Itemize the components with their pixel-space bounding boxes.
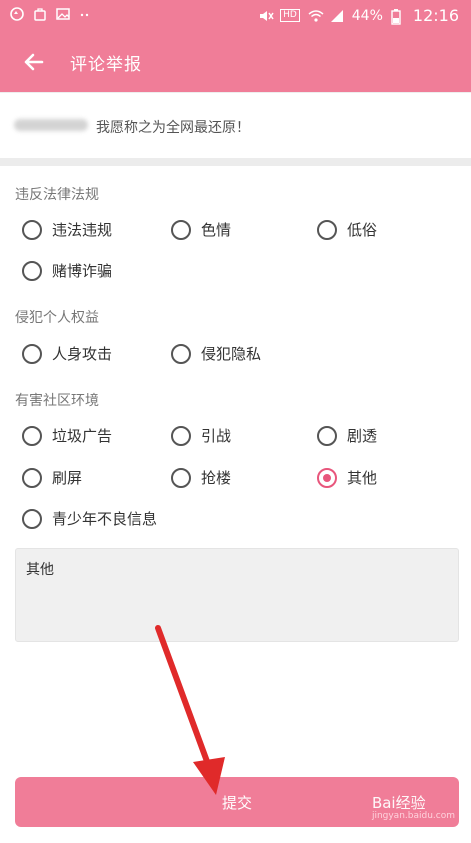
app-bar: 评论举报	[0, 32, 471, 92]
option-flame-war[interactable]: 引战	[171, 425, 231, 446]
clock: 12:16	[412, 6, 459, 25]
option-label: 侵犯隐私	[201, 345, 262, 363]
option-spam-ad[interactable]: 垃圾广告	[22, 425, 112, 446]
back-button[interactable]	[18, 46, 50, 78]
battery-percent: 44%	[351, 7, 383, 24]
option-label: 剧透	[347, 427, 378, 445]
option-vulgar[interactable]: 低俗	[317, 219, 377, 240]
watermark-url: jingyan.baidu.com	[371, 811, 455, 821]
wifi-icon	[308, 9, 324, 23]
radio-button[interactable]	[317, 425, 337, 446]
option-privacy[interactable]: 侵犯隐私	[171, 343, 261, 364]
radio-button[interactable]	[171, 219, 191, 240]
blurred-username	[14, 119, 88, 131]
option-label: 色情	[201, 221, 232, 239]
radio-button[interactable]	[22, 508, 42, 529]
status-bar: HD 44% 12:16	[0, 0, 471, 32]
option-floor-grab[interactable]: 抢楼	[171, 467, 231, 488]
option-gambling-fraud[interactable]: 赌博诈骗	[22, 260, 112, 281]
mute-icon	[258, 9, 274, 23]
back-arrow-icon	[24, 53, 44, 71]
report-reason-textarea[interactable]: 其他	[15, 548, 459, 642]
signal-icon	[330, 9, 344, 23]
option-label: 引战	[201, 427, 232, 445]
option-youth-harmful[interactable]: 青少年不良信息	[22, 508, 157, 529]
more-dots-icon	[79, 7, 93, 21]
option-label: 人身攻击	[52, 345, 113, 363]
section-divider	[0, 158, 471, 166]
option-other[interactable]: 其他	[317, 467, 377, 488]
option-label: 低俗	[347, 221, 378, 239]
bag-icon	[33, 7, 47, 21]
sync-icon	[10, 7, 24, 21]
option-porn[interactable]: 色情	[171, 219, 231, 240]
section-label-community: 有害社区环境	[15, 393, 99, 409]
reported-comment: 我愿称之为全网最还原！	[0, 92, 471, 159]
submit-label: 提交	[221, 793, 252, 812]
radio-button[interactable]	[22, 467, 42, 488]
radio-button[interactable]	[22, 260, 42, 281]
option-label: 刷屏	[52, 469, 83, 487]
radio-button[interactable]	[22, 343, 42, 364]
hd-badge: HD	[280, 9, 300, 22]
section-label-law: 违反法律法规	[15, 187, 99, 203]
radio-button[interactable]	[22, 425, 42, 446]
option-label: 违法违规	[52, 221, 113, 239]
option-flooding[interactable]: 刷屏	[22, 467, 82, 488]
radio-button-checked[interactable]	[317, 467, 337, 488]
radio-button[interactable]	[171, 343, 191, 364]
comment-text: 我愿称之为全网最还原！	[96, 120, 250, 136]
option-illegal[interactable]: 违法违规	[22, 219, 112, 240]
section-label-rights: 侵犯个人权益	[15, 310, 99, 326]
option-label: 抢楼	[201, 469, 232, 487]
page-title: 评论举报	[70, 55, 142, 75]
option-personal-attack[interactable]: 人身攻击	[22, 343, 112, 364]
radio-button[interactable]	[22, 219, 42, 240]
option-label: 其他	[347, 469, 378, 487]
baidu-jingyan-watermark: Bai经验 jingyan.baidu.com	[372, 792, 455, 821]
radio-button[interactable]	[171, 425, 191, 446]
option-label: 青少年不良信息	[52, 510, 158, 528]
watermark-brand: Bai经验	[371, 794, 426, 812]
option-label: 垃圾广告	[52, 427, 113, 445]
radio-button[interactable]	[317, 219, 337, 240]
battery-icon	[391, 8, 405, 25]
option-spoiler[interactable]: 剧透	[317, 425, 377, 446]
image-icon	[56, 7, 70, 21]
option-label: 赌博诈骗	[52, 262, 113, 280]
radio-button[interactable]	[171, 467, 191, 488]
